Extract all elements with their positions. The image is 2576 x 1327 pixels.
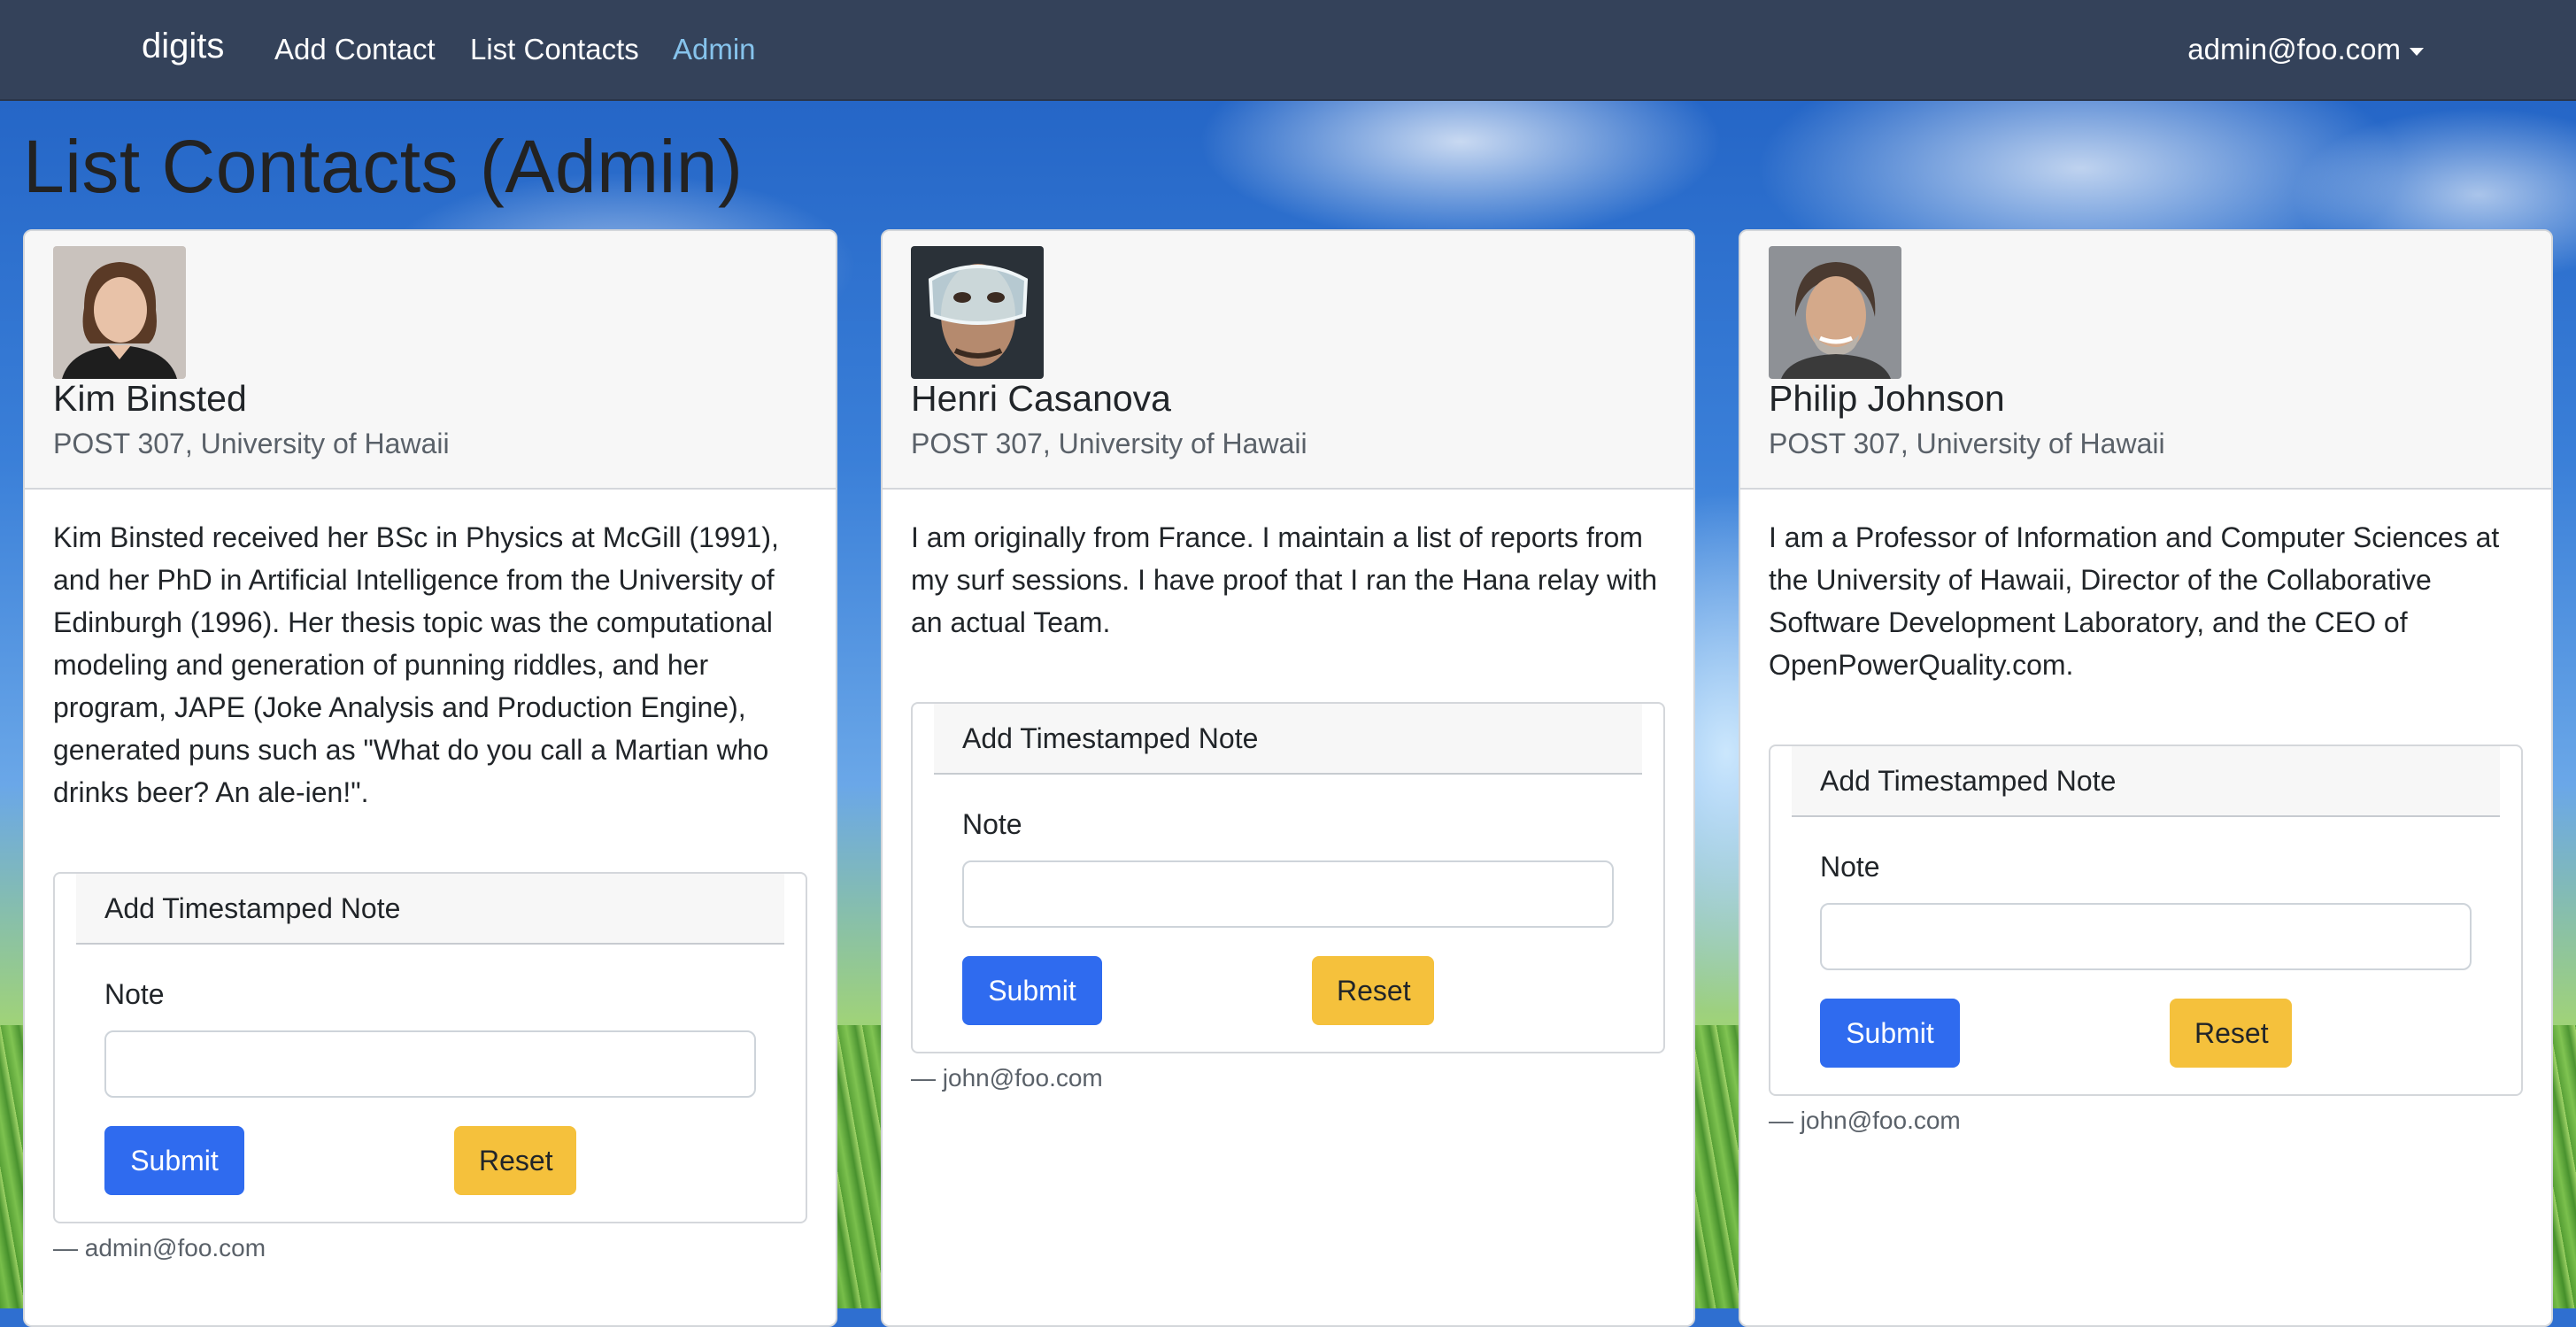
submit-button[interactable]: Submit	[104, 1126, 244, 1195]
contact-name: Kim Binsted	[53, 378, 247, 419]
brand-link[interactable]: digits	[142, 27, 224, 66]
reset-button[interactable]: Reset	[2170, 999, 2292, 1068]
navbar: digits Add Contact List Contacts Admin a…	[0, 0, 2576, 101]
card-header: Henri Casanova POST 307, University of H…	[883, 231, 1693, 490]
user-email: admin@foo.com	[2187, 33, 2401, 66]
grass-right	[2549, 1025, 2576, 1308]
contact-card: Henri Casanova POST 307, University of H…	[881, 229, 1695, 1327]
owner-label: — admin@foo.com	[53, 1234, 266, 1261]
nav-add-contact[interactable]: Add Contact	[274, 33, 436, 66]
caret-down-icon	[2410, 47, 2424, 56]
submit-button[interactable]: Submit	[1820, 999, 1960, 1068]
contact-name: Henri Casanova	[911, 378, 1171, 419]
note-input[interactable]	[962, 860, 1614, 928]
note-label: Note	[104, 978, 165, 1010]
note-form-title: Add Timestamped Note	[76, 874, 784, 945]
contact-description: Kim Binsted received her BSc in Physics …	[53, 521, 779, 808]
page-title: List Contacts (Admin)	[23, 125, 744, 208]
note-form: Add Timestamped Note Note Submit Reset	[1769, 745, 2523, 1096]
contact-name: Philip Johnson	[1769, 378, 2005, 419]
card-body: Kim Binsted received her BSc in Physics …	[25, 490, 836, 1262]
contact-address: POST 307, University of Hawaii	[911, 428, 1307, 459]
contact-address: POST 307, University of Hawaii	[53, 428, 450, 459]
nav-admin[interactable]: Admin	[673, 33, 756, 66]
note-form-title: Add Timestamped Note	[934, 704, 1642, 775]
avatar	[53, 246, 186, 379]
card-header: Kim Binsted POST 307, University of Hawa…	[25, 231, 836, 490]
card-header: Philip Johnson POST 307, University of H…	[1740, 231, 2551, 490]
note-form: Add Timestamped Note Note Submit Reset	[911, 702, 1665, 1053]
grass-mid-2	[1691, 1025, 1744, 1308]
contact-card: Kim Binsted POST 307, University of Hawa…	[23, 229, 837, 1327]
owner-label: — john@foo.com	[1769, 1107, 1961, 1134]
note-input[interactable]	[104, 1030, 756, 1098]
owner-label: — john@foo.com	[911, 1064, 1103, 1092]
reset-button[interactable]: Reset	[1312, 956, 1434, 1025]
submit-button[interactable]: Submit	[962, 956, 1102, 1025]
note-label: Note	[962, 808, 1022, 840]
note-form: Add Timestamped Note Note Submit Reset	[53, 872, 807, 1223]
reset-button[interactable]: Reset	[454, 1126, 576, 1195]
card-body: I am originally from France. I maintain …	[883, 490, 1693, 1092]
contact-address: POST 307, University of Hawaii	[1769, 428, 2165, 459]
note-label: Note	[1820, 851, 1880, 883]
note-input[interactable]	[1820, 903, 2472, 970]
note-form-title: Add Timestamped Note	[1792, 746, 2500, 817]
user-dropdown[interactable]: admin@foo.com	[2187, 33, 2424, 66]
contact-card: Philip Johnson POST 307, University of H…	[1739, 229, 2553, 1327]
nav-list-contacts[interactable]: List Contacts	[470, 33, 639, 66]
contact-description: I am originally from France. I maintain …	[911, 521, 1658, 638]
avatar	[911, 246, 1044, 379]
card-body: I am a Professor of Information and Comp…	[1740, 490, 2551, 1135]
contact-description: I am a Professor of Information and Comp…	[1769, 521, 2500, 681]
avatar	[1769, 246, 1901, 379]
